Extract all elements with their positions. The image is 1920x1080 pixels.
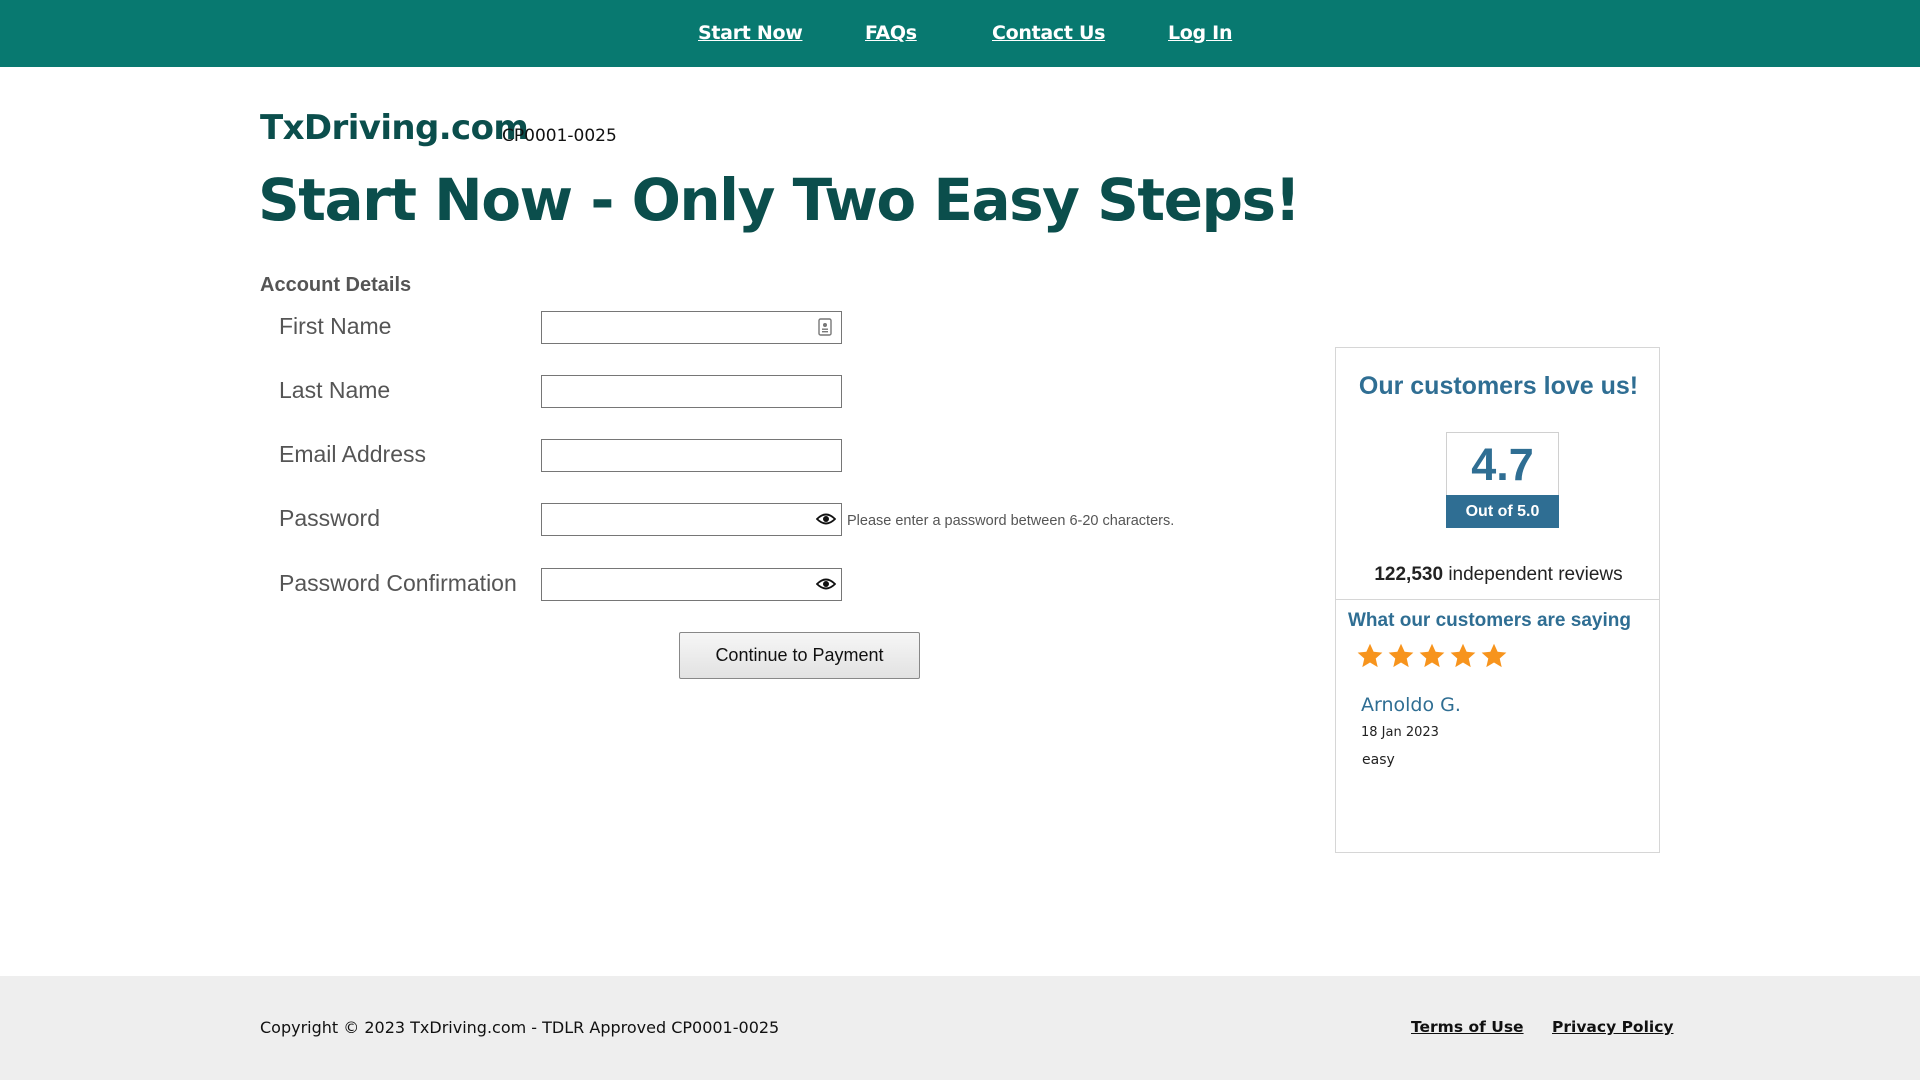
contact-card-icon[interactable] xyxy=(814,316,836,338)
review-count-suffix: independent reviews xyxy=(1443,564,1623,585)
email-address-input[interactable] xyxy=(541,439,842,472)
review-star-rating xyxy=(1356,642,1508,670)
reviewer-name: Arnoldo G. xyxy=(1361,694,1461,716)
terms-of-use-link[interactable]: Terms of Use xyxy=(1411,1018,1524,1036)
rating-score-box: 4.7 Out of 5.0 xyxy=(1446,432,1559,528)
eye-icon[interactable] xyxy=(815,508,837,530)
last-name-label: Last Name xyxy=(279,377,391,403)
email-address-label: Email Address xyxy=(279,441,427,467)
footer: Copyright © 2023 TxDriving.com - TDLR Ap… xyxy=(0,976,1920,1080)
account-details-heading: Account Details xyxy=(260,274,412,296)
first-name-input[interactable] xyxy=(541,311,842,344)
eye-icon[interactable] xyxy=(815,573,837,595)
page-title: Start Now - Only Two Easy Steps! xyxy=(258,166,1301,234)
password-label: Password xyxy=(279,505,380,531)
continue-to-payment-button[interactable]: Continue to Payment xyxy=(679,632,920,679)
review-count-number: 122,530 xyxy=(1374,564,1444,585)
customer-saying-heading: What our customers are saying xyxy=(1348,610,1631,631)
star-icon xyxy=(1357,643,1383,668)
star-icon xyxy=(1388,643,1414,668)
password-confirmation-input[interactable] xyxy=(541,568,842,601)
star-icon xyxy=(1419,643,1445,668)
nav-start-now-link[interactable]: Start Now xyxy=(698,22,803,44)
rating-scale-caption: Out of 5.0 xyxy=(1446,495,1559,528)
review-text: easy xyxy=(1362,752,1395,768)
brand-logo-text: TxDriving.com xyxy=(260,108,529,148)
brand-code: CP0001-0025 xyxy=(502,126,617,146)
nav-faqs-link[interactable]: FAQs xyxy=(865,22,917,44)
review-date: 18 Jan 2023 xyxy=(1361,725,1439,740)
rating-score: 4.7 xyxy=(1471,439,1534,490)
star-icon xyxy=(1481,643,1507,668)
top-nav: Start Now FAQs Contact Us Log In xyxy=(0,0,1920,67)
nav-contact-us-link[interactable]: Contact Us xyxy=(992,22,1105,44)
password-hint: Please enter a password between 6-20 cha… xyxy=(847,513,1175,529)
last-name-input[interactable] xyxy=(541,375,842,408)
star-icon xyxy=(1450,643,1476,668)
nav-log-in-link[interactable]: Log In xyxy=(1168,22,1232,44)
reviews-widget: Our customers love us! 4.7 Out of 5.0 12… xyxy=(1335,347,1660,853)
password-input[interactable] xyxy=(541,503,842,536)
password-confirmation-label: Password Confirmation xyxy=(279,570,517,596)
privacy-policy-link[interactable]: Privacy Policy xyxy=(1552,1018,1674,1036)
review-count: 122,530 independent reviews xyxy=(1336,564,1661,586)
copyright-text: Copyright © 2023 TxDriving.com - TDLR Ap… xyxy=(260,1018,780,1037)
reviews-title: Our customers love us! xyxy=(1358,372,1639,400)
reviews-divider xyxy=(1336,599,1659,600)
first-name-label: First Name xyxy=(279,313,392,339)
